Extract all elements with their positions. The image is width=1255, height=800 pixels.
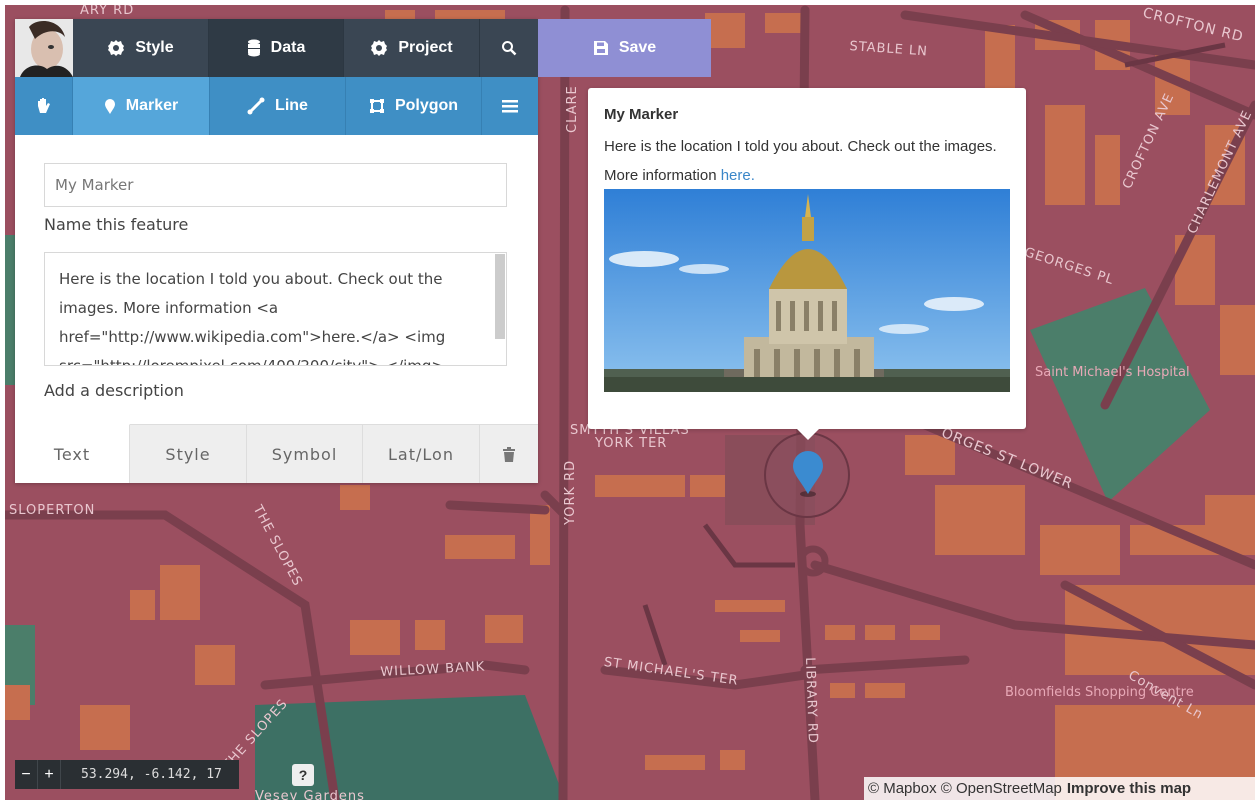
help-button[interactable]: ?: [292, 764, 314, 786]
data-button[interactable]: Data: [209, 19, 344, 77]
popup-image: [604, 189, 1010, 392]
save-button-label: Save: [618, 39, 657, 56]
database-icon: [247, 39, 260, 57]
line-tool-button[interactable]: Line: [210, 77, 346, 135]
polygon-tool-label: Polygon: [394, 97, 459, 114]
tab-text[interactable]: Text: [15, 424, 130, 483]
tab-latlon[interactable]: Lat/Lon: [363, 424, 480, 483]
textarea-scrollbar[interactable]: [495, 254, 505, 339]
menu-button[interactable]: [482, 77, 538, 135]
polygon-tool-button[interactable]: Polygon: [346, 77, 482, 135]
map-label: Vesey Gardens: [255, 789, 365, 800]
editor-tabs: Text Style Symbol Lat/Lon: [15, 424, 538, 483]
gear-icon: [371, 40, 388, 56]
marker-icon: [104, 99, 115, 114]
marker-tool-button[interactable]: Marker: [73, 77, 210, 135]
avatar[interactable]: [15, 19, 73, 77]
description-help: Add a description: [44, 381, 184, 400]
gear-icon: [108, 40, 125, 56]
attribution-osm[interactable]: © OpenStreetMap: [941, 780, 1062, 797]
search-button[interactable]: [480, 19, 538, 77]
editor-panel: Style Data Project Marker Line Polygon M…: [15, 19, 538, 483]
tab-symbol[interactable]: Symbol: [247, 424, 363, 483]
description-text: Here is the location I told you about. C…: [59, 270, 446, 366]
trash-icon: [503, 446, 515, 462]
map-label: Sloperton: [9, 503, 96, 518]
zoom-out-button[interactable]: −: [15, 760, 38, 789]
map-label: Library Rd: [802, 657, 821, 745]
hand-icon: [37, 98, 50, 113]
marker-popup: My Marker Here is the location I told yo…: [588, 88, 1026, 440]
map-label: Clare: [565, 85, 580, 133]
line-icon: [247, 97, 265, 115]
zoom-in-button[interactable]: +: [38, 760, 61, 789]
project-button[interactable]: Project: [344, 19, 480, 77]
delete-button[interactable]: [480, 424, 538, 483]
line-tool-label: Line: [275, 97, 308, 114]
polygon-icon: [369, 99, 384, 113]
map-label: ary Rd: [80, 5, 135, 18]
save-icon: [593, 41, 608, 55]
data-button-label: Data: [270, 39, 306, 56]
description-textarea[interactable]: Here is the location I told you about. C…: [44, 252, 507, 366]
project-button-label: Project: [398, 39, 453, 56]
style-button-label: Style: [135, 39, 174, 56]
attribution-mapbox[interactable]: © Mapbox: [868, 780, 937, 797]
popup-title: My Marker: [604, 106, 679, 123]
style-button[interactable]: Style: [73, 19, 209, 77]
popup-link[interactable]: here.: [721, 167, 755, 184]
menu-icon: [502, 100, 518, 113]
draw-toolbar: Marker Line Polygon: [15, 77, 538, 135]
feature-name-input[interactable]: My Marker: [44, 163, 507, 207]
tab-style[interactable]: Style: [130, 424, 247, 483]
map-label: York Rd: [563, 459, 578, 525]
main-toolbar: Style Data Project: [15, 19, 538, 77]
marker-pin[interactable]: [790, 450, 826, 498]
feature-name-help: Name this feature: [44, 215, 189, 234]
coordinate-readout: 53.294, -6.142, 17: [61, 760, 239, 789]
popup-text: Here is the location I told you about. C…: [604, 132, 1014, 190]
improve-map-link[interactable]: Improve this map: [1067, 780, 1191, 797]
map-label: Bloomfields Shopping Centre: [1005, 685, 1194, 700]
popup-body: Here is the location I told you about. C…: [604, 138, 997, 184]
map-label: Saint Michael's Hospital: [1035, 365, 1190, 380]
map-attribution: © Mapbox © OpenStreetMap Improve this ma…: [864, 777, 1255, 800]
map-controls: − + 53.294, -6.142, 17: [15, 760, 239, 789]
save-button[interactable]: Save: [538, 19, 711, 77]
map-label: York Ter: [595, 436, 668, 451]
pan-button[interactable]: [15, 77, 73, 135]
marker-tool-label: Marker: [125, 97, 179, 114]
search-icon: [502, 41, 517, 56]
